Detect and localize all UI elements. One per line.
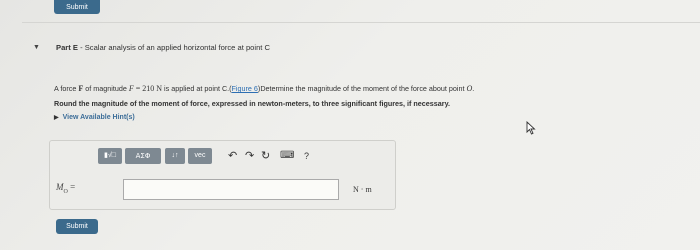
part-title-label: Part E [56,43,78,52]
greek-symbols-button[interactable]: ΑΣΦ [125,148,161,164]
answer-panel: ▮√□ ΑΣΦ ↓↑ vec ↶ ↷ ↻ ⌨ ? MO = N · m [49,140,396,210]
equals-sign: = [67,182,76,192]
figure-link[interactable]: Figure 6 [232,84,258,93]
help-icon[interactable]: ? [304,149,309,163]
reset-icon[interactable]: ↻ [261,149,270,163]
part-title-text: - Scalar analysis of an applied horizont… [77,43,271,52]
divider-top [22,22,700,23]
moment-symbol: M [56,182,64,192]
submit-button[interactable]: Submit [56,219,98,234]
moment-answer-input[interactable] [123,179,339,200]
view-hints-link[interactable]: ▶ View Available Hint(s) [54,114,135,121]
keyboard-icon[interactable]: ⌨ [280,149,294,163]
redo-icon[interactable]: ↷ [245,149,254,163]
units-label: N · m [353,185,372,194]
rounding-instruction: Round the magnitude of the moment of for… [54,99,451,108]
expand-triangle-icon: ▶ [54,115,59,121]
q-text-3: = 210 [133,84,157,93]
q-text-1: A force [54,84,79,93]
answer-label: MO = [56,182,75,195]
hints-label: View Available Hint(s) [62,114,135,121]
vector-button[interactable]: vec [188,148,212,164]
q-text-5: )Determine the magnitude of the moment o… [257,84,467,93]
q-text-4: is applied at point C.( [162,84,232,93]
subscript-superscript-button[interactable]: ↓↑ [165,148,185,164]
q-text-6: . [472,84,475,93]
undo-icon[interactable]: ↶ [228,149,237,163]
question-text: A force F of magnitude F = 210 N is appl… [54,84,474,93]
part-title: Part E - Scalar analysis of an applied h… [56,43,270,52]
templates-button[interactable]: ▮√□ [98,148,122,164]
q-text-2: of magnitude [83,84,129,93]
submit-button-top[interactable]: Submit [54,0,100,14]
mouse-cursor-icon [526,121,536,135]
collapse-caret-icon[interactable]: ▼ [33,44,40,51]
